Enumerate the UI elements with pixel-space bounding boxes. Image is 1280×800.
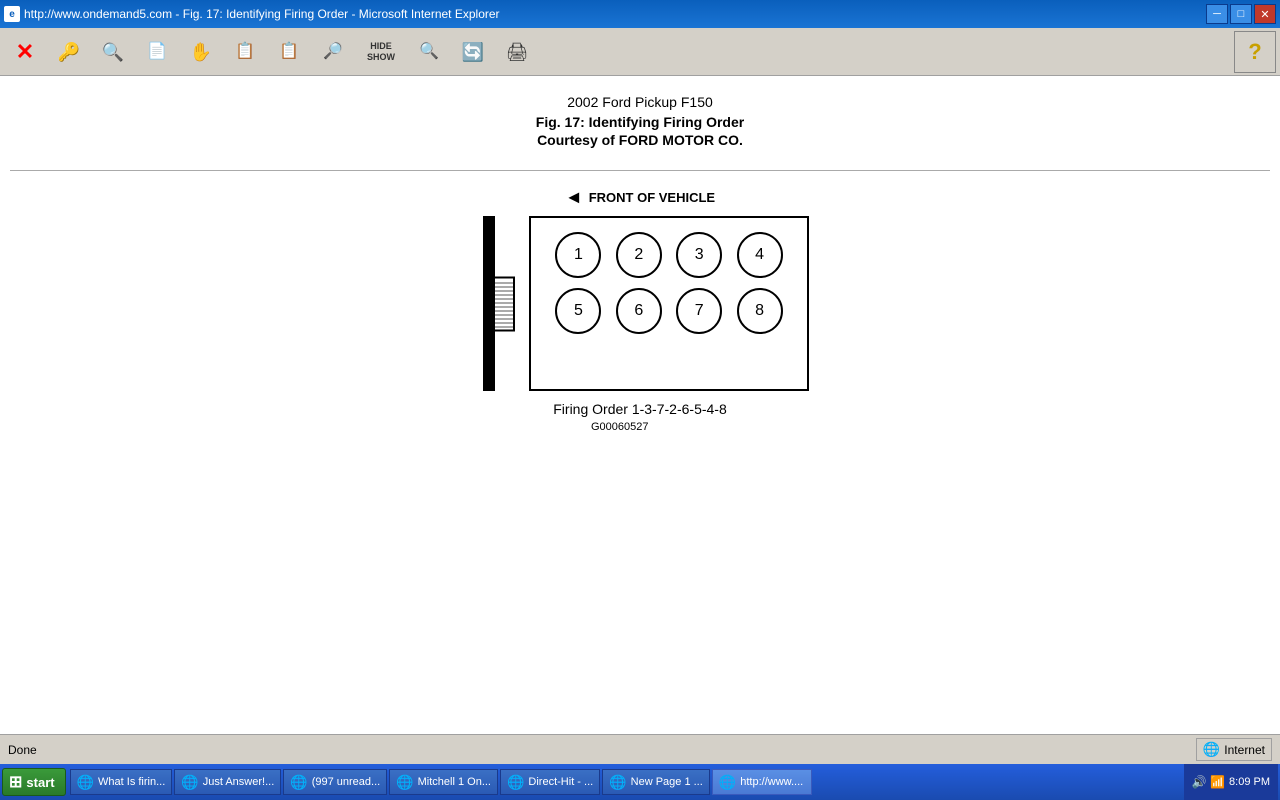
page-title-line2: Fig. 17: Identifying Firing Order [536, 114, 744, 130]
print-button[interactable]: 🖨 [496, 31, 538, 73]
system-tray-icons: 🔊 📶 [1192, 775, 1225, 789]
cylinder-3: 3 [676, 232, 722, 278]
title-bar: e http://www.ondemand5.com - Fig. 17: Id… [0, 0, 1280, 28]
taskbar-item-2[interactable]: 🌐 Just Answer!... [174, 769, 281, 795]
fig3-icon: 📋 [279, 44, 299, 60]
find-icon: 🔎 [323, 44, 343, 60]
fig1-button[interactable]: 📄 [136, 31, 178, 73]
taskbar-item-6[interactable]: 🌐 New Page 1 ... [602, 769, 710, 795]
internet-globe-icon: 🌐 [1203, 741, 1220, 758]
taskbar-item-1[interactable]: 🌐 What Is firin... [70, 769, 173, 795]
status-internet: 🌐 Internet [1196, 738, 1272, 761]
taskbar-items: 🌐 What Is firin... 🌐 Just Answer!... 🌐 (… [70, 769, 1184, 795]
cylinders-top-row: 1 2 3 4 [531, 218, 807, 278]
help-button[interactable]: ? [1234, 31, 1276, 73]
taskbar-icon-4: 🌐 [396, 774, 413, 791]
search-button[interactable]: 🔍 [92, 31, 134, 73]
internet-label: Internet [1224, 743, 1265, 757]
taskbar-right: 🔊 📶 8:09 PM [1184, 764, 1278, 800]
taskbar-label-1: What Is firin... [98, 776, 165, 788]
cylinder-8: 8 [737, 288, 783, 334]
page-title-line1: 2002 Ford Pickup F150 [567, 94, 713, 110]
window-title: http://www.ondemand5.com - Fig. 17: Iden… [24, 7, 500, 21]
find-button[interactable]: 🔎 [312, 31, 354, 73]
fig3-button[interactable]: 📋 [268, 31, 310, 73]
taskbar-icon-5: 🌐 [507, 774, 524, 791]
fig-code: G00060527 [591, 421, 649, 433]
back-button[interactable]: 🔑 [48, 31, 90, 73]
taskbar-icon-7: 🌐 [719, 774, 736, 791]
cylinder-4: 4 [737, 232, 783, 278]
refresh-button[interactable]: 🔄 [452, 31, 494, 73]
taskbar-label-6: New Page 1 ... [631, 776, 703, 788]
hand-icon: ✋ [190, 43, 212, 61]
page-title-line3: Courtesy of FORD MOTOR CO. [537, 132, 743, 148]
diagram-container: ◄ FRONT OF VEHICLE [471, 187, 809, 433]
hide-show-label: HIDESHOW [367, 41, 395, 63]
taskbar-label-4: Mitchell 1 On... [418, 776, 491, 788]
back-icon: 🔑 [58, 43, 80, 61]
print-preview-button[interactable]: 🔍 [408, 31, 450, 73]
fig2-button[interactable]: 📋 [224, 31, 266, 73]
taskbar-label-2: Just Answer!... [203, 776, 275, 788]
cylinder-6: 6 [616, 288, 662, 334]
maximize-button[interactable]: □ [1230, 4, 1252, 24]
hide-show-button[interactable]: HIDESHOW [356, 31, 406, 73]
minimize-button[interactable]: ─ [1206, 4, 1228, 24]
taskbar-label-7: http://www.... [740, 776, 803, 788]
windows-logo-icon: ⊞ [9, 772, 22, 792]
fig2-icon: 📋 [235, 44, 255, 60]
front-label: ◄ FRONT OF VEHICLE [565, 187, 715, 208]
print-preview-icon: 🔍 [419, 44, 439, 60]
taskbar-label-3: (997 unread... [312, 776, 381, 788]
h-connector [495, 276, 515, 331]
front-label-text: FRONT OF VEHICLE [589, 190, 715, 205]
crank-bar [483, 216, 495, 391]
firing-order-text: Firing Order 1-3-7-2-6-5-4-8 [553, 401, 727, 417]
status-done-text: Done [8, 743, 1196, 757]
arrow-left-icon: ◄ [565, 187, 583, 208]
engine-block: 1 2 3 4 5 6 7 8 [529, 216, 809, 391]
taskbar-icon-2: 🌐 [181, 774, 198, 791]
stop-button[interactable]: ✕ [4, 31, 46, 73]
taskbar-item-7[interactable]: 🌐 http://www.... [712, 769, 812, 795]
close-button[interactable]: ✕ [1254, 4, 1276, 24]
browser-icon: e [4, 6, 20, 22]
cylinder-2: 2 [616, 232, 662, 278]
taskbar-item-3[interactable]: 🌐 (997 unread... [283, 769, 387, 795]
start-button[interactable]: ⊞ start [2, 768, 66, 796]
toolbar: ✕ 🔑 🔍 📄 ✋ 📋 📋 🔎 HIDESHOW 🔍 🔄 🖨 ? [0, 28, 1280, 76]
start-label: start [26, 775, 54, 790]
hand-button[interactable]: ✋ [180, 31, 222, 73]
refresh-icon: 🔄 [462, 43, 484, 61]
taskbar-item-5[interactable]: 🌐 Direct-Hit - ... [500, 769, 600, 795]
window-controls: ─ □ ✕ [1206, 4, 1276, 24]
cylinder-7: 7 [676, 288, 722, 334]
content-divider [10, 170, 1270, 171]
taskbar-icon-3: 🌐 [290, 774, 307, 791]
fig1-icon: 📄 [147, 44, 167, 60]
taskbar-icon-1: 🌐 [77, 774, 94, 791]
cylinder-1: 1 [555, 232, 601, 278]
status-bar: Done 🌐 Internet [0, 734, 1280, 764]
cylinder-5: 5 [555, 288, 601, 334]
stop-icon: ✕ [16, 41, 34, 63]
engine-diagram: 1 2 3 4 5 6 7 8 [471, 216, 809, 391]
content-area: 2002 Ford Pickup F150 Fig. 17: Identifyi… [0, 76, 1280, 734]
cylinders-bottom-row: 5 6 7 8 [531, 278, 807, 334]
taskbar-label-5: Direct-Hit - ... [528, 776, 593, 788]
taskbar-item-4[interactable]: 🌐 Mitchell 1 On... [389, 769, 498, 795]
clock: 8:09 PM [1229, 776, 1270, 788]
taskbar: ⊞ start 🌐 What Is firin... 🌐 Just Answer… [0, 764, 1280, 800]
print-icon: 🖨 [506, 43, 529, 61]
taskbar-icon-6: 🌐 [609, 774, 626, 791]
search-icon: 🔍 [102, 43, 124, 61]
